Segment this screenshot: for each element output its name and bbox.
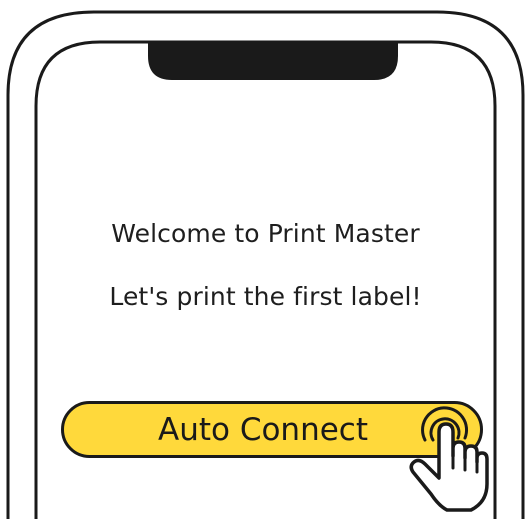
welcome-heading: Welcome to Print Master: [111, 219, 420, 248]
auto-connect-button[interactable]: Auto Connect: [61, 401, 483, 458]
phone-notch: [148, 42, 398, 80]
first-label-prompt: Let's print the first label!: [109, 282, 422, 311]
auto-connect-label: Auto Connect: [157, 412, 368, 448]
